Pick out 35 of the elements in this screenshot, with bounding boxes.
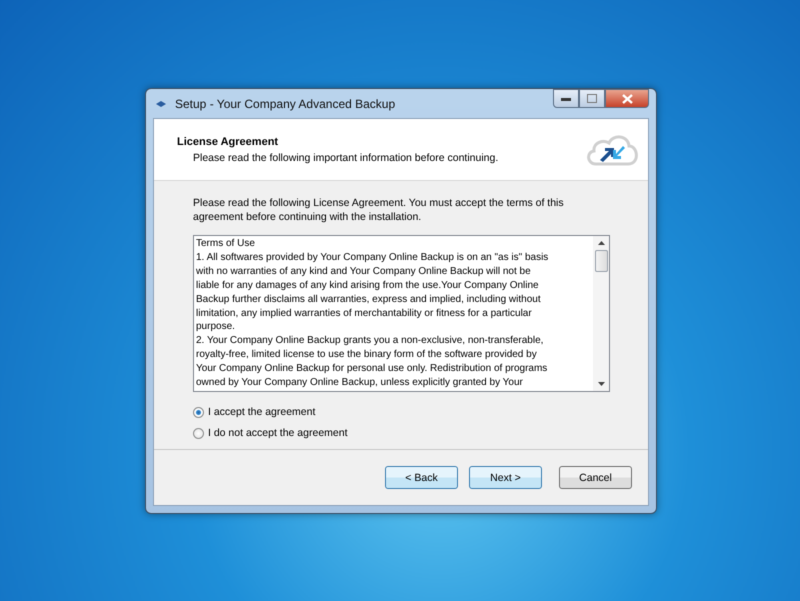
scrollbar[interactable] bbox=[593, 236, 609, 391]
dialog-button[interactable]: Next > bbox=[469, 466, 542, 489]
radio-button[interactable] bbox=[193, 428, 204, 438]
minimize-icon bbox=[561, 96, 571, 100]
license-text-line: liable for any damages of any kind arising from the use.Your Company Online bbox=[196, 278, 540, 293]
license-text-line: limitation, any implied warranties of merchantability or fitness for a particular bbox=[196, 306, 533, 320]
license-text-line: 2. Your Company Online Backup grants you a non-exclusive, non-transferable, bbox=[196, 334, 544, 348]
close-button[interactable] bbox=[605, 89, 649, 108]
license-text-line: royalty-free, limited license to use the binary form of the software provided by bbox=[196, 348, 538, 362]
page-title: License Agreement bbox=[177, 136, 280, 148]
radio-label[interactable]: I do not accept the agreement bbox=[208, 427, 348, 439]
license-text-line: 1. All softwares provided by Your Company Online Backup is on an "as is" basis bbox=[196, 250, 550, 265]
scroll-down-icon[interactable] bbox=[598, 382, 604, 386]
license-text-area[interactable] bbox=[193, 235, 610, 392]
license-text-line: with no warranties of any kind and Your Company Online Backup will not be bbox=[196, 264, 532, 279]
close-icon bbox=[622, 94, 632, 104]
dialog-button[interactable]: Cancel bbox=[559, 466, 632, 489]
maximize-button[interactable] bbox=[579, 89, 605, 108]
app-icon bbox=[155, 98, 167, 108]
cloud-arrows-icon bbox=[584, 132, 640, 166]
license-text-line: Your Company Online Backup for personal use only. Redistribution of programs bbox=[196, 362, 548, 376]
radio-label[interactable]: I accept the agreement bbox=[208, 406, 316, 418]
scroll-up-icon[interactable] bbox=[598, 241, 604, 245]
dialog-button[interactable]: < Back bbox=[385, 466, 458, 489]
license-text-line: purpose. bbox=[196, 320, 236, 334]
page-subtitle: Please read the following important information before continuing. bbox=[192, 152, 500, 164]
license-text-line: owned by Your Company Online Backup, unless explicitly granted by Your bbox=[196, 376, 524, 390]
license-text-line: Backup further disclaims all warranties, express and implied, including without bbox=[196, 292, 542, 307]
minimize-button[interactable] bbox=[553, 89, 579, 108]
scroll-thumb[interactable] bbox=[594, 250, 608, 272]
license-text-line: Terms of Use bbox=[196, 237, 256, 251]
instructions-text: Please read the following License Agreement. You must accept the terms of this agreement before continuing with the installation. bbox=[193, 196, 565, 224]
radio-button[interactable] bbox=[193, 406, 204, 418]
window-title: Setup - Your Company Advanced Backup bbox=[175, 96, 396, 110]
maximize-icon bbox=[587, 94, 597, 103]
